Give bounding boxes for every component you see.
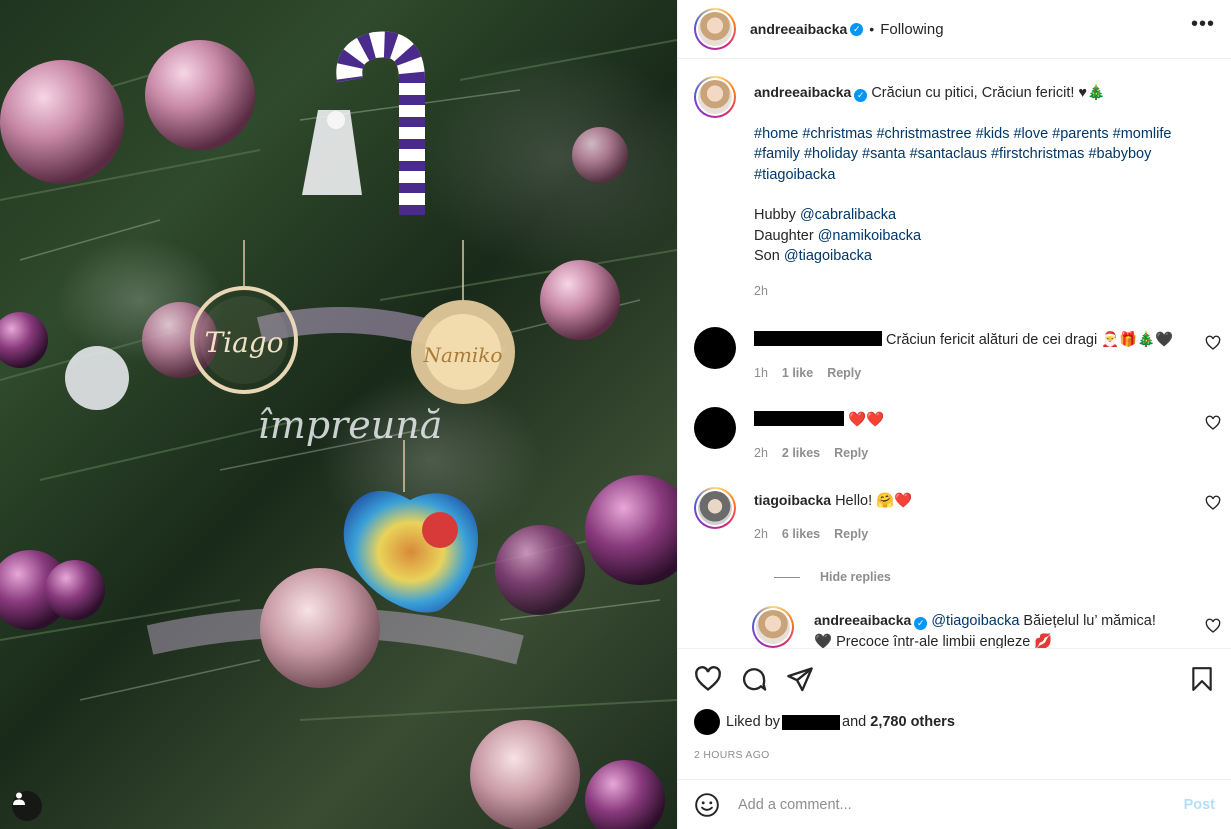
mention-link[interactable]: @tiagoibacka [931,613,1019,629]
comment-item: ❤️❤️ 2h 2 likes Reply [694,407,1221,463]
comment-time[interactable]: 2h [754,527,768,541]
comment-time[interactable]: 2h [754,446,768,460]
likes-others-link[interactable]: 2,780 others [870,714,955,730]
comment-item: tiagoibacka Hello! 🤗❤️ 2h 6 likes Reply [694,487,1221,544]
redacted-username [754,331,882,346]
hide-replies-button[interactable]: Hide replies [774,570,1221,584]
post-timestamp[interactable]: 2 HOURS AGO [694,749,1215,761]
verified-badge-icon: ✓ [914,617,928,630]
commenter-username[interactable]: tiagoibacka [754,492,831,508]
save-bookmark-icon[interactable] [1189,665,1215,693]
caption: andreeaibacka ✓ Crăciun cu pitici, Crăciu… [694,76,1221,301]
like-comment-heart-icon[interactable] [1205,335,1221,351]
christmas-tree-image: Tiago Namiko împreună [0,31,677,829]
comment-likes[interactable]: 2 likes [782,446,820,460]
reply-avatar[interactable] [752,606,794,648]
reply-button[interactable]: Reply [834,527,868,541]
comment-input[interactable] [738,796,1184,813]
caption-time[interactable]: 2h [754,284,768,298]
hide-replies-label: Hide replies [820,570,891,584]
caption-hashtags[interactable]: #tiagoibacka [754,165,1197,186]
like-comment-heart-icon[interactable] [1205,495,1221,511]
caption-username[interactable]: andreeaibacka [754,84,851,100]
svg-text:împreună: împreună [258,403,443,447]
son-label: Son [754,248,784,264]
caption-hashtags[interactable]: #family #holiday #santa #santaclaus #fir… [754,144,1197,165]
caption-hashtags[interactable]: #home #christmas #christmastree #kids #l… [754,124,1197,145]
comment-text: ❤️❤️ [848,412,885,428]
reply-button[interactable]: Reply [827,366,861,380]
author-avatar[interactable] [694,8,736,50]
separator-dot: • [869,21,875,37]
reply-username[interactable]: andreeaibacka [814,612,911,628]
comment-item: Crăciun fericit alături de cei dragi 🎅🎁🎄… [694,327,1221,383]
redacted-username [754,411,844,426]
likes-summary: Liked by and 2,780 others [694,709,1215,735]
comment-text: Crăciun fericit alături de cei dragi 🎅🎁🎄… [882,332,1174,348]
like-comment-heart-icon[interactable] [1205,618,1221,634]
comments-list[interactable]: andreeaibacka ✓ Crăciun cu pitici, Crăciu… [678,60,1231,648]
reply-button[interactable]: Reply [834,446,868,460]
user-tag-icon[interactable] [12,791,42,821]
commenter-avatar[interactable] [694,327,736,369]
share-paper-plane-icon[interactable] [786,665,814,693]
commenter-avatar[interactable] [694,407,736,449]
post-comment-button[interactable]: Post [1184,797,1215,813]
svg-text:Namiko: Namiko [423,343,503,367]
more-options-button[interactable]: ••• [1191,14,1215,39]
following-button[interactable]: Following [880,21,943,38]
author-username[interactable]: andreeaibacka [750,21,847,37]
liker-avatar[interactable] [694,709,720,735]
reply-text: Băiețelul lu’ mămica! [1019,613,1156,629]
mention-link[interactable]: @cabralibacka [800,207,896,223]
comment-time[interactable]: 1h [754,366,768,380]
comment-text: Hello! 🤗❤️ [835,493,913,509]
daughter-label: Daughter [754,227,818,244]
comment-likes[interactable]: 6 likes [782,527,820,541]
add-comment-bar: Post [678,779,1231,829]
post-detail-panel: andreeaibacka ✓ • Following ••• andreeai… [677,0,1231,829]
verified-badge-icon: ✓ [854,89,868,102]
caption-text: Crăciun cu pitici, Crăciun fericit! ♥🎄 [871,85,1106,101]
post-header: andreeaibacka ✓ • Following ••• [678,0,1231,59]
likes-and-label: and [842,714,867,730]
svg-text:Tiago: Tiago [204,326,283,359]
verified-badge-icon: ✓ [850,22,864,36]
caption-avatar[interactable] [694,76,736,118]
comment-likes[interactable]: 1 like [782,366,813,380]
mention-link[interactable]: @namikoibacka [818,228,921,244]
like-heart-icon[interactable] [694,665,722,693]
post-actions: Liked by and 2,780 others 2 HOURS AGO [678,648,1231,761]
hubby-label: Hubby [754,207,800,223]
reply-item: andreeaibacka ✓ @tiagoibacka Băiețelul lu… [752,606,1221,648]
redacted-username [782,714,841,730]
emoji-icon[interactable] [694,792,720,818]
reply-text-line2: 🖤 Precoce într-ale limbii engleze 💋 [814,633,1053,649]
divider-line [774,576,800,578]
like-comment-heart-icon[interactable] [1205,415,1221,431]
commenter-avatar[interactable] [694,487,736,529]
post-photo[interactable]: Tiago Namiko împreună [0,0,677,829]
comment-bubble-icon[interactable] [740,665,768,693]
liked-by-label: Liked by [726,714,781,730]
mention-link[interactable]: @tiagoibacka [784,248,872,264]
